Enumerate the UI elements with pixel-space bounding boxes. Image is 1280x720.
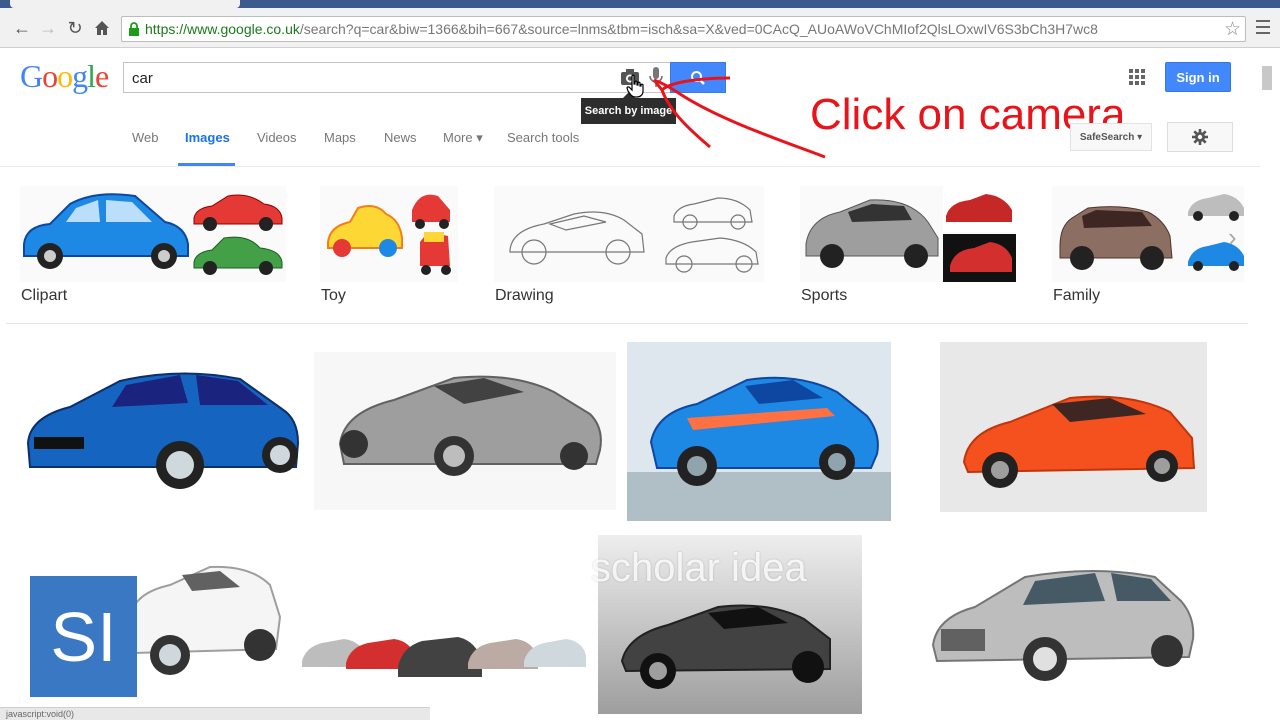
logo-letter: o — [42, 58, 58, 94]
gear-icon — [1192, 129, 1208, 145]
category-chip-family[interactable] — [1052, 186, 1244, 282]
chevron-right-icon[interactable]: › — [1228, 222, 1250, 252]
result-image-blue-sports-car[interactable] — [627, 342, 891, 521]
reload-icon[interactable]: ↻ — [63, 16, 87, 40]
tab-maps[interactable]: Maps — [324, 130, 356, 145]
result-image-orange-lamborghini[interactable] — [940, 342, 1207, 512]
tab-web[interactable]: Web — [132, 130, 159, 145]
back-icon[interactable]: ← — [10, 16, 34, 40]
browser-tab[interactable] — [10, 0, 240, 8]
logo-letter: o — [57, 58, 73, 94]
category-chip-sports[interactable] — [800, 186, 1016, 282]
browser-toolbar: ← → ↻ https://www.google.co.uk/search?q=… — [0, 0, 1280, 48]
tab-images[interactable]: Images — [185, 130, 230, 145]
tab-videos[interactable]: Videos — [257, 130, 297, 145]
bookmark-star-icon[interactable]: ☆ — [1224, 18, 1241, 41]
settings-button[interactable] — [1167, 122, 1233, 152]
tab-more[interactable]: More ▾ — [443, 130, 483, 146]
safesearch-dropdown[interactable]: SafeSearch ▾ — [1070, 123, 1152, 151]
logo-letter: G — [20, 58, 43, 94]
logo-letter: l — [87, 58, 96, 94]
address-bar[interactable]: https://www.google.co.uk/search?q=car&bi… — [121, 16, 1246, 42]
category-label-drawing: Drawing — [495, 287, 554, 304]
header-divider — [0, 166, 1260, 167]
logo-letter: g — [72, 58, 88, 94]
scholar-idea-watermark: scholar idea — [591, 546, 807, 590]
google-logo[interactable]: Google — [20, 58, 109, 95]
scrollbar-thumb[interactable] — [1262, 66, 1272, 90]
category-chip-drawing[interactable] — [494, 186, 764, 282]
tab-search-tools[interactable]: Search tools — [507, 130, 579, 145]
lock-icon — [129, 22, 139, 36]
result-image-silver-concept[interactable] — [314, 352, 616, 510]
forward-icon[interactable]: → — [36, 16, 60, 40]
category-label-sports: Sports — [801, 287, 848, 304]
result-image-silver-sedan[interactable] — [905, 547, 1213, 702]
tab-news[interactable]: News — [384, 130, 417, 145]
category-label-clipart: Clipart — [21, 287, 68, 304]
sign-in-button[interactable]: Sign in — [1165, 62, 1231, 92]
status-bar: javascript:void(0) — [0, 707, 430, 720]
result-image-car-lineup[interactable] — [298, 543, 588, 707]
category-label-family: Family — [1053, 287, 1101, 304]
category-label-toy: Toy — [321, 287, 346, 304]
apps-grid-icon[interactable] — [1129, 69, 1145, 85]
search-input[interactable] — [132, 68, 612, 88]
url-text: https://www.google.co.uk/search?q=car&bi… — [145, 21, 1098, 37]
category-chip-clipart[interactable] — [20, 186, 286, 282]
clipart-blue-car-icon — [23, 193, 189, 269]
tab-strip — [0, 0, 1280, 8]
category-chip-toy[interactable] — [320, 186, 458, 282]
logo-letter: e — [95, 58, 109, 94]
results-divider — [6, 323, 1248, 324]
home-icon[interactable] — [90, 16, 114, 40]
search-box[interactable] — [123, 62, 671, 93]
si-logo: SI — [30, 576, 137, 697]
browser-menu-icon[interactable] — [1256, 16, 1272, 40]
result-image-blue-sedan[interactable] — [20, 347, 304, 514]
